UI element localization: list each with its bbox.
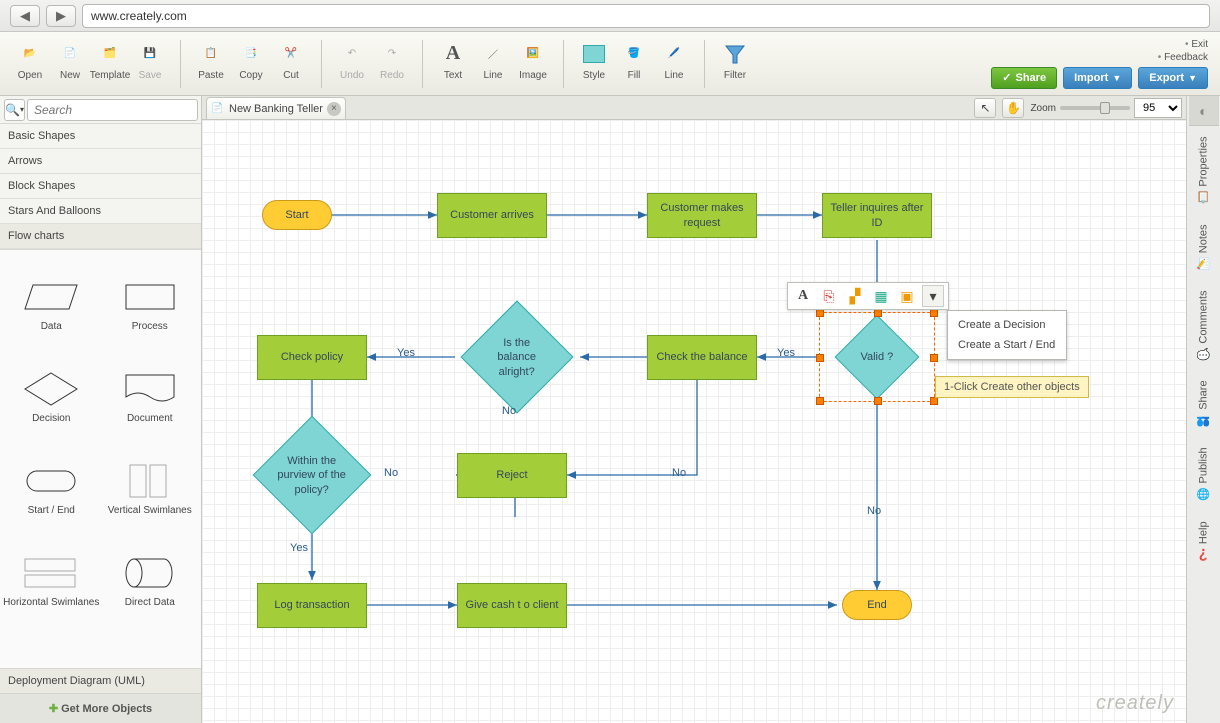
export-button[interactable]: Export ▼ <box>1138 67 1208 89</box>
pan-tool-button[interactable]: ✋ <box>1002 98 1024 118</box>
zoom-select[interactable]: 95 <box>1134 98 1182 118</box>
get-more-objects-button[interactable]: Get More Objects <box>0 693 201 723</box>
node-customer-request[interactable]: Customer makes request <box>647 193 757 238</box>
edge-label: Yes <box>397 347 415 359</box>
node-customer-arrives[interactable]: Customer arrives <box>437 193 547 238</box>
tooltip-label: 1-Click Create other objects <box>935 376 1089 398</box>
open-button[interactable]: 📂Open <box>10 38 50 83</box>
fill-button[interactable]: 🪣Fill <box>614 38 654 83</box>
edge-label: Yes <box>290 542 308 554</box>
cut-button[interactable]: ✂️Cut <box>271 38 311 83</box>
ctb-arrange-icon[interactable]: ▞ <box>844 285 866 307</box>
rail-comments[interactable]: 💬Comments <box>1195 280 1212 371</box>
template-button[interactable]: 🗂️Template <box>90 38 130 83</box>
brand-logo: creately <box>1096 692 1174 715</box>
node-end[interactable]: End <box>842 590 912 620</box>
shape-hswim[interactable]: Horizontal Swimlanes <box>2 534 101 626</box>
node-log-transaction[interactable]: Log transaction <box>257 583 367 628</box>
filter-button[interactable]: Filter <box>715 38 755 83</box>
line-tool-button[interactable]: ／Line <box>473 38 513 83</box>
zoom-slider[interactable] <box>1060 106 1130 110</box>
shape-document[interactable]: Document <box>101 350 200 442</box>
node-within-policy-decision[interactable]: Within the purview of the policy? <box>253 416 372 535</box>
ctb-more-icon[interactable]: ▾ <box>922 285 944 307</box>
category-arrows[interactable]: Arrows <box>0 149 201 174</box>
shape-direct-data[interactable]: Direct Data <box>101 534 200 626</box>
selection-outline <box>819 312 935 402</box>
text-tool-button[interactable]: AText <box>433 38 473 83</box>
edge-label: Yes <box>777 347 795 359</box>
rail-properties[interactable]: 📋Properties <box>1195 126 1212 214</box>
search-input[interactable] <box>27 99 198 121</box>
category-basic-shapes[interactable]: Basic Shapes <box>0 124 201 149</box>
share-button[interactable]: ✓ Share <box>991 67 1057 89</box>
nav-forward-button[interactable]: ▶ <box>46 5 76 27</box>
node-start[interactable]: Start <box>262 200 332 230</box>
search-icon[interactable]: 🔍▾ <box>4 99 25 121</box>
node-check-balance[interactable]: Check the balance <box>647 335 757 380</box>
menu-create-decision[interactable]: Create a Decision <box>948 315 1066 335</box>
rail-help[interactable]: ❓Help <box>1195 511 1212 571</box>
pointer-tool-button[interactable]: ↖ <box>974 98 996 118</box>
rail-publish[interactable]: 🌐Publish <box>1195 437 1212 511</box>
node-balance-ok-decision[interactable]: Is the balance alright? <box>460 300 573 413</box>
sidebar-footer-category[interactable]: Deployment Diagram (UML) <box>0 668 201 693</box>
ctb-shape-icon[interactable]: ▣ <box>896 285 918 307</box>
category-stars-balloons[interactable]: Stars And Balloons <box>0 199 201 224</box>
edge-label: No <box>384 467 398 479</box>
rail-share[interactable]: 👥Share <box>1195 370 1212 437</box>
node-reject[interactable]: Reject <box>457 453 567 498</box>
tab-label: New Banking Teller <box>229 103 323 115</box>
exit-link[interactable]: Exit <box>1158 39 1208 50</box>
menu-create-start-end[interactable]: Create a Start / End <box>948 335 1066 355</box>
node-check-policy[interactable]: Check policy <box>257 335 367 380</box>
line-style-button[interactable]: 🖊️Line <box>654 38 694 83</box>
copy-button[interactable]: 📑Copy <box>231 38 271 83</box>
ctb-table-icon[interactable]: ▦ <box>870 285 892 307</box>
edge-label: No <box>502 405 516 417</box>
ctb-connector-icon[interactable]: ⎘ <box>818 285 840 307</box>
paste-button[interactable]: 📋Paste <box>191 38 231 83</box>
tab-close-icon[interactable]: × <box>327 102 341 116</box>
image-tool-button[interactable]: 🖼️Image <box>513 38 553 83</box>
shape-decision[interactable]: Decision <box>2 350 101 442</box>
rail-notes[interactable]: 📝Notes <box>1195 214 1212 280</box>
save-button[interactable]: 💾Save <box>130 38 170 83</box>
shape-vswim[interactable]: Vertical Swimlanes <box>101 442 200 534</box>
edge-label: No <box>672 467 686 479</box>
ctb-text-icon[interactable]: A <box>792 285 814 307</box>
url-input[interactable] <box>82 4 1210 28</box>
feedback-link[interactable]: Feedback <box>1158 52 1208 63</box>
document-tab[interactable]: New Banking Teller × <box>206 97 346 119</box>
new-button[interactable]: 📄New <box>50 38 90 83</box>
nav-back-button[interactable]: ◀ <box>10 5 40 27</box>
category-flow-charts[interactable]: Flow charts <box>0 224 201 249</box>
context-toolbar: A ⎘ ▞ ▦ ▣ ▾ <box>787 282 949 310</box>
node-give-cash[interactable]: Give cash t o client <box>457 583 567 628</box>
shape-start-end[interactable]: Start / End <box>2 442 101 534</box>
undo-button[interactable]: ↶Undo <box>332 38 372 83</box>
category-block-shapes[interactable]: Block Shapes <box>0 174 201 199</box>
canvas[interactable]: Start Customer arrives Customer makes re… <box>202 120 1186 723</box>
context-menu: Create a Decision Create a Start / End <box>947 310 1067 360</box>
node-teller-inquires[interactable]: Teller inquires after ID <box>822 193 932 238</box>
zoom-label: Zoom <box>1030 103 1056 114</box>
import-button[interactable]: Import ▼ <box>1063 67 1132 89</box>
shape-data[interactable]: Data <box>2 258 101 350</box>
shape-process[interactable]: Process <box>101 258 200 350</box>
edge-label: No <box>867 505 881 517</box>
redo-button[interactable]: ↷Redo <box>372 38 412 83</box>
rail-expand-button[interactable]: ◐ <box>1189 96 1219 126</box>
style-button[interactable]: Style <box>574 38 614 83</box>
